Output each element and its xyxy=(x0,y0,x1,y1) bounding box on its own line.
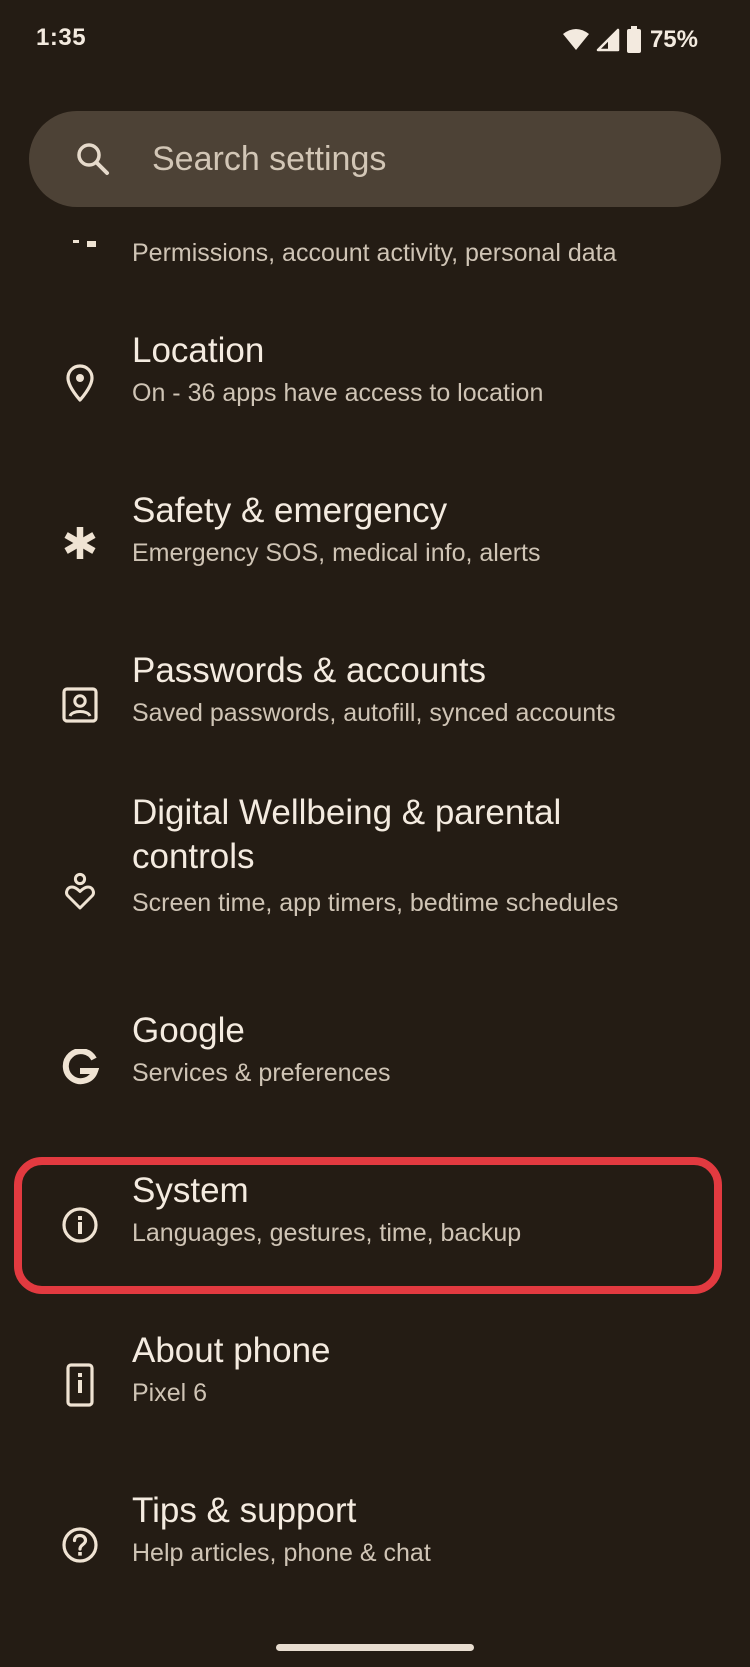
settings-item-safety[interactable]: Safety & emergency Emergency SOS, medica… xyxy=(0,491,750,617)
privacy-icon xyxy=(73,235,97,247)
settings-item-title: Google xyxy=(132,1011,245,1050)
account-box-icon xyxy=(56,681,104,729)
settings-item-title: Passwords & accounts xyxy=(132,651,487,690)
settings-item-digital-wellbeing[interactable]: Digital Wellbeing & parental controls Sc… xyxy=(0,793,750,987)
battery-percent: 75% xyxy=(649,26,698,53)
status-time: 1:35 xyxy=(36,24,87,51)
settings-item-title: About phone xyxy=(132,1331,331,1370)
settings-item-passwords[interactable]: Passwords & accounts Saved passwords, au… xyxy=(0,651,750,777)
settings-item-title: Digital Wellbeing & parental xyxy=(132,793,562,832)
settings-item-title: Location xyxy=(132,331,265,370)
phone-icon xyxy=(56,1361,104,1409)
search-bar[interactable]: Search settings xyxy=(29,111,721,207)
settings-item-subtitle: Pixel 6 xyxy=(132,1379,208,1407)
settings-item-about-phone[interactable]: About phone Pixel 6 xyxy=(0,1331,750,1457)
settings-item-title: Tips & support xyxy=(132,1491,357,1530)
cell-signal-icon xyxy=(596,28,620,52)
battery-icon xyxy=(626,26,642,54)
wellbeing-icon xyxy=(56,867,104,915)
settings-item-subtitle: Emergency SOS, medical info, alerts xyxy=(132,539,541,567)
settings-item-google[interactable]: Google Services & preferences xyxy=(0,1011,750,1137)
settings-item-subtitle: Saved passwords, autofill, synced accoun… xyxy=(132,699,616,727)
status-bar: 1:35 75% xyxy=(0,0,750,84)
settings-item-privacy[interactable]: Permissions, account activity, personal … xyxy=(0,207,750,307)
status-icons: 75% xyxy=(562,22,698,58)
location-pin-icon xyxy=(56,359,104,407)
settings-item-subtitle: On - 36 apps have access to location xyxy=(132,379,544,407)
settings-item-location[interactable]: Location On - 36 apps have access to loc… xyxy=(0,331,750,457)
wifi-icon xyxy=(562,28,590,52)
settings-item-tips[interactable]: Tips & support Help articles, phone & ch… xyxy=(0,1491,750,1617)
help-circle-icon xyxy=(56,1521,104,1569)
settings-item-title: Safety & emergency xyxy=(132,491,448,530)
asterisk-icon xyxy=(56,519,104,567)
settings-item-title-line2: controls xyxy=(132,837,255,876)
settings-item-subtitle: Permissions, account activity, personal … xyxy=(132,239,617,267)
search-placeholder: Search settings xyxy=(152,139,387,178)
search-icon xyxy=(69,135,117,183)
settings-item-subtitle: Help articles, phone & chat xyxy=(132,1539,431,1567)
system-highlight-box xyxy=(14,1157,722,1294)
gesture-navigation-bar[interactable] xyxy=(276,1644,474,1651)
google-g-icon xyxy=(56,1044,104,1092)
settings-item-subtitle: Screen time, app timers, bedtime schedul… xyxy=(132,889,619,917)
settings-item-subtitle: Services & preferences xyxy=(132,1059,391,1087)
